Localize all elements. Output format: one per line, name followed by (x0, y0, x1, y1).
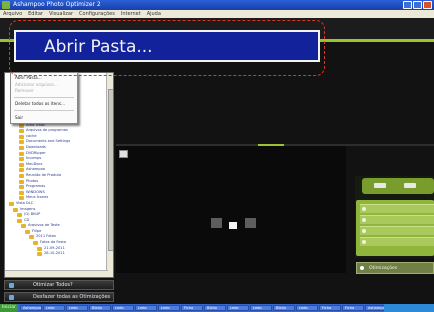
option-toggle-icon (362, 240, 366, 244)
folder-icon (37, 246, 42, 251)
window-title: Ashampoo Photo Optimizer 2 (13, 1, 101, 8)
taskbar-task[interactable]: Ashampoo (20, 305, 42, 311)
menu-item-sair[interactable]: Sair (15, 115, 23, 121)
undo-all-label: Desfazer todas as Otimizações (33, 294, 111, 300)
callout-text: Abrir Pasta... (44, 37, 153, 57)
undo-icon (9, 295, 14, 300)
folder-icon (25, 229, 30, 234)
folder-icon (19, 179, 24, 184)
taskbar-task[interactable]: Ficha (319, 305, 341, 311)
folder-icon (13, 207, 18, 212)
left-arrow-icon[interactable] (374, 183, 386, 188)
taskbar-task[interactable]: Ledo (250, 305, 272, 311)
option-row[interactable] (360, 204, 434, 213)
option-row[interactable] (360, 226, 434, 235)
menu-configuracoes[interactable]: Configurações (79, 10, 115, 18)
taskbar-task[interactable]: Ledo (158, 305, 180, 311)
menu-editar[interactable]: Editar (28, 10, 43, 18)
folder-icon (19, 196, 24, 201)
undo-all-button[interactable]: Desfazer todas as Otimizações (4, 292, 114, 302)
tree-item-label: 28-10-2011 (44, 251, 65, 256)
folder-icon (17, 213, 22, 218)
menu-arquivo[interactable]: Arquivo (3, 10, 22, 18)
folder-icon (19, 162, 24, 167)
folder-icon (19, 168, 24, 173)
title-bar: Ashampoo Photo Optimizer 2 (0, 0, 434, 10)
option-toggle-icon (362, 218, 366, 222)
taskbar-task[interactable]: Ledo (112, 305, 134, 311)
minimize-button[interactable] (403, 1, 412, 9)
file-context-menu: Abrir Pasta... Adicionar arquivos... Rem… (10, 72, 78, 124)
taskbar-task[interactable]: Ledo (66, 305, 88, 311)
image-viewer (116, 145, 346, 273)
image-placeholder-icon (229, 222, 237, 229)
taskbar-task[interactable]: Biblio (273, 305, 295, 311)
folder-icon (9, 201, 14, 206)
folder-icon (19, 145, 24, 150)
optimize-all-label: Otimizar Todos? (33, 282, 73, 288)
taskbar-task[interactable]: Ledo (296, 305, 318, 311)
folder-icon (19, 134, 24, 139)
taskbar-task[interactable]: Ledo (43, 305, 65, 311)
optimizations-button[interactable]: Otimizações (356, 262, 434, 274)
viewer-accent (258, 144, 284, 146)
folder-icon (19, 123, 24, 128)
option-row[interactable] (360, 237, 434, 246)
folder-icon (19, 173, 24, 178)
start-button[interactable]: Iniciar (0, 304, 18, 312)
folder-icon (37, 252, 42, 257)
folder-icon (19, 157, 24, 162)
taskbar: Iniciar Ashampoo Ledo Ledo Biblio Ledo Ledo Le… (0, 304, 434, 312)
taskbar-task[interactable]: Ficha (181, 305, 203, 311)
folder-icon (17, 218, 22, 223)
folder-icon (19, 190, 24, 195)
folder-icon (19, 185, 24, 190)
folder-icon (19, 151, 24, 156)
menu-visualizar[interactable]: Visualizar (49, 10, 73, 18)
next-image-button[interactable] (245, 218, 256, 228)
menu-ajuda[interactable]: Ajuda (147, 10, 161, 18)
tree-vertical-scrollbar[interactable] (106, 73, 113, 277)
maximize-button[interactable] (413, 1, 422, 9)
system-tray (384, 304, 434, 312)
menu-bar: Arquivo Editar Visualizar Configurações … (0, 10, 434, 18)
window-controls (403, 1, 432, 9)
right-arrow-icon[interactable] (404, 183, 416, 188)
app-icon (2, 1, 10, 9)
option-row[interactable] (360, 215, 434, 224)
menu-separator (14, 97, 74, 98)
menu-item-remover[interactable]: Remover (15, 88, 34, 94)
tree-horizontal-scrollbar[interactable] (5, 270, 108, 277)
menu-item-deletar-todos[interactable]: Deletar todos os ítens... (15, 101, 65, 107)
document-icon[interactable] (119, 150, 128, 158)
option-toggle-icon (362, 229, 366, 233)
folder-icon (19, 129, 24, 134)
close-button[interactable] (423, 1, 432, 9)
optimize-icon (9, 283, 14, 288)
scrollbar-thumb[interactable] (108, 89, 113, 251)
folder-icon (19, 140, 24, 145)
folder-icon (33, 241, 38, 246)
taskbar-task[interactable]: Ledo (227, 305, 249, 311)
folder-tree: AreaArea TrabsArquivos de programascache… (7, 117, 105, 257)
abrir-pasta-callout: Abrir Pasta... (14, 30, 320, 62)
optimize-all-button[interactable]: Otimizar Todos? (4, 280, 114, 290)
option-toggle-icon (362, 207, 366, 211)
taskbar-task[interactable]: Ledo (135, 305, 157, 311)
folder-icon (21, 224, 26, 229)
radio-icon (360, 266, 364, 270)
menu-internet[interactable]: Internet (121, 10, 141, 18)
previous-image-button[interactable] (211, 218, 222, 228)
menu-separator (14, 110, 74, 111)
folder-icon (29, 235, 34, 240)
taskbar-task[interactable]: Ficha (342, 305, 364, 311)
taskbar-task[interactable]: Biblio (89, 305, 111, 311)
tree-item[interactable]: 28-10-2011 (7, 251, 105, 257)
compare-toggle[interactable] (362, 178, 434, 194)
optimizations-label: Otimizações (369, 266, 398, 271)
screen: Ashampoo Photo Optimizer 2 Arquivo Edita… (0, 0, 434, 312)
taskbar-task[interactable]: Biblio (204, 305, 226, 311)
optimization-options (356, 200, 434, 256)
